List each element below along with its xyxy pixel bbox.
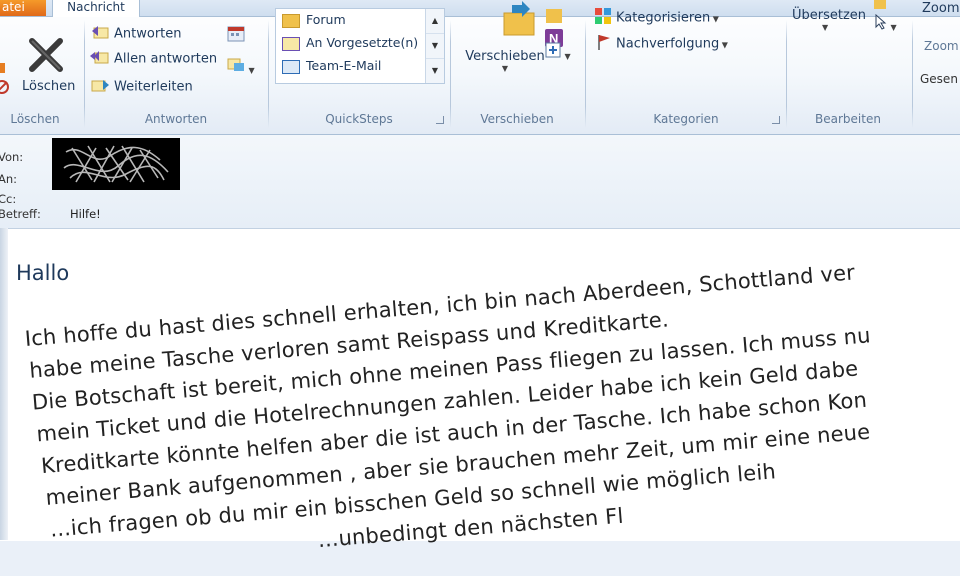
followup-button[interactable]: Nachverfolgung ▼	[596, 33, 728, 55]
find-icon[interactable]	[872, 0, 888, 17]
tab-file[interactable]: atei	[0, 0, 46, 16]
subject-label: Betreff:	[0, 207, 41, 221]
reply-all-icon	[90, 48, 110, 70]
group-editing: Übersetzen ▼ ▼ Bearbeiten	[788, 0, 908, 130]
group-label-delete: Löschen	[10, 112, 60, 126]
categorize-label: Kategorisieren	[616, 10, 711, 26]
translate-label: Übersetzen	[792, 8, 867, 23]
group-tags: Kategorisieren ▼ Nachverfolgung ▼ Katego…	[588, 8, 784, 130]
body-greeting: Hallo	[16, 261, 70, 285]
actions-icon[interactable]: ▼	[544, 41, 571, 63]
group-label-sent-partial: Gesen	[920, 72, 958, 86]
cleanup-icon[interactable]	[0, 61, 6, 79]
message-header: Von: An: Cc: Betreff: Hilfe!	[0, 135, 960, 228]
ribbon-separator	[912, 20, 913, 128]
move-button[interactable]: Verschieben ▼	[460, 1, 550, 73]
dialog-launcher-icon[interactable]	[436, 116, 444, 124]
more-respond-icon[interactable]: ▼	[226, 55, 255, 77]
group-move: Verschieben ▼ N ▼ Verschieben	[452, 1, 582, 130]
group-label-editing: Bearbeiten	[815, 112, 881, 126]
subject-value: Hilfe!	[70, 207, 101, 221]
select-icon[interactable]: ▼	[874, 13, 897, 34]
tab-message[interactable]: Nachricht	[52, 0, 140, 17]
group-quicksteps: QuickSteps	[272, 17, 446, 130]
delete-button[interactable]: Löschen	[22, 35, 75, 94]
forward-button[interactable]: Weiterleiten	[90, 76, 193, 98]
group-zoom: Zoom Zoom Gesen	[914, 1, 960, 130]
zoom-button[interactable]: Zoom	[922, 1, 959, 16]
translate-button[interactable]: Übersetzen ▼	[792, 8, 866, 32]
move-label: Verschieben	[465, 49, 545, 64]
delete-button-label: Löschen	[22, 79, 76, 94]
body-left-border	[0, 228, 8, 540]
group-label-zoom: Zoom	[924, 39, 959, 53]
reply-icon	[90, 23, 110, 45]
group-delete: Löschen Löschen	[0, 17, 75, 130]
flag-icon	[596, 33, 612, 55]
categorize-button[interactable]: Kategorisieren ▼	[594, 7, 719, 29]
forward-icon	[90, 76, 110, 98]
message-body[interactable]: Hallo Ich hoffe du hast dies schnell erh…	[0, 228, 960, 552]
group-label-respond: Antworten	[144, 112, 208, 126]
ribbon-separator	[450, 20, 451, 128]
redacted-sender	[52, 138, 180, 190]
group-label-quicksteps: QuickSteps	[325, 112, 393, 126]
delete-x-icon	[29, 38, 63, 72]
cc-label: Cc:	[0, 192, 17, 206]
ribbon-separator	[84, 20, 85, 128]
categorize-icon	[594, 7, 612, 29]
group-label-tags: Kategorien	[653, 112, 719, 126]
reply-label: Antworten	[114, 26, 182, 42]
reply-button[interactable]: Antworten	[90, 23, 182, 45]
zoom-label: Zoom	[922, 1, 960, 16]
reply-all-label: Allen antworten	[114, 51, 218, 67]
to-label: An:	[0, 172, 18, 186]
move-dropdown-icon: ▼	[501, 64, 509, 73]
followup-label: Nachverfolgung	[616, 36, 720, 52]
ignore-icon[interactable]	[0, 79, 10, 99]
forward-label: Weiterleiten	[114, 79, 193, 95]
body-text: Ich hoffe du hast dies schnell erhalten,…	[0, 241, 960, 552]
move-folder-icon	[503, 1, 534, 36]
ribbon: atei Nachricht Löschen Löschen Antworten	[0, 0, 960, 135]
from-label: Von:	[0, 150, 24, 164]
dialog-launcher-icon[interactable]	[772, 116, 780, 124]
group-respond: Antworten Allen antworten Weiterleiten ▼…	[88, 17, 264, 130]
group-label-move: Verschieben	[480, 112, 554, 126]
ribbon-separator	[268, 20, 269, 128]
ribbon-separator	[786, 20, 787, 128]
ribbon-separator	[585, 20, 586, 128]
translate-dropdown-icon: ▼	[822, 23, 829, 32]
meeting-reply-icon[interactable]	[226, 25, 246, 47]
reply-all-button[interactable]: Allen antworten	[90, 48, 217, 70]
